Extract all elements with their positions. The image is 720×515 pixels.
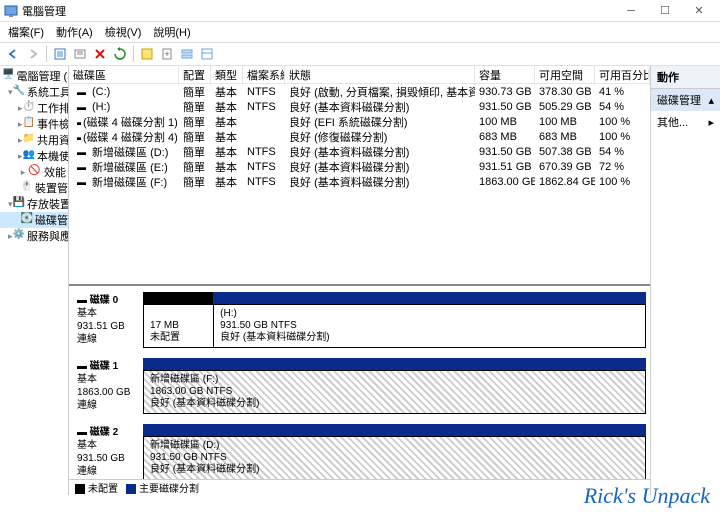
tree-shared[interactable]: ▸📁共用資 [0,132,68,148]
volume-row[interactable]: ▬ 新增磁碟區 (D:)簡單基本NTFS良好 (基本資料磁碟分割)931.50 … [69,144,650,159]
view-list-button[interactable] [178,45,196,63]
col-status[interactable]: 狀態 [285,65,475,85]
disk-label: ▬ 磁碟 2基本931.50 GB連線 [73,424,143,479]
col-layout[interactable]: 配置 [179,65,211,85]
volume-icon: ▬ [73,132,81,142]
close-button[interactable]: ✕ [682,1,716,21]
actions-other[interactable]: 其他...▸ [651,111,720,133]
nav-tree[interactable]: 🖥️電腦管理 (本 ▾🔧系統工具 ▸⏱️工作排 ▸📋事件檢 ▸📁共用資 ▸👥本機… [0,66,69,495]
volume-row[interactable]: ▬ (C:)簡單基本NTFS良好 (啟動, 分頁檔案, 損毀傾印, 基本資料磁碟… [69,84,650,99]
volume-icon: ▬ [73,177,90,187]
minimize-button[interactable]: ─ [614,1,648,21]
volume-icon: ▬ [73,117,81,127]
volume-icon: ▬ [73,87,90,97]
properties-button[interactable] [71,45,89,63]
partition[interactable]: 新增磁碟區 (D:)931.50 GB NTFS良好 (基本資料磁碟分割) [144,437,645,479]
disk-block[interactable]: ▬ 磁碟 2基本931.50 GB連線新增磁碟區 (D:)931.50 GB N… [73,424,646,479]
volume-list[interactable]: ▬ (C:)簡單基本NTFS良好 (啟動, 分頁檔案, 損毀傾印, 基本資料磁碟… [69,84,650,284]
volume-list-header[interactable]: 磁碟區 配置 類型 檔案系統 狀態 容量 可用空間 可用百分比 [69,66,650,84]
menu-view[interactable]: 檢視(V) [101,22,146,42]
up-button[interactable] [51,45,69,63]
partition[interactable]: 17 MB未配置 [144,305,214,347]
partition[interactable]: (H:)931.50 GB NTFS良好 (基本資料磁碟分割) [214,305,645,347]
col-type[interactable]: 類型 [211,65,243,85]
tree-services[interactable]: ▸⚙️服務與應 [0,228,68,244]
tree-devmgr[interactable]: 🖱️裝置管 [0,180,68,196]
volume-row[interactable]: ▬ (H:)簡單基本NTFS良好 (基本資料磁碟分割)931.50 GB505.… [69,99,650,114]
svg-text:+: + [164,49,169,59]
tree-root[interactable]: 🖥️電腦管理 (本 [0,68,68,84]
expand-icon: ▸ [708,116,714,129]
disk-graphic-pane[interactable]: ▬ 磁碟 0基本931.51 GB連線17 MB未配置(H:)931.50 GB… [69,284,650,479]
tree-scheduler[interactable]: ▸⏱️工作排 [0,100,68,116]
col-pct[interactable]: 可用百分比 [595,65,650,85]
toolbar-separator [133,46,134,62]
menu-help[interactable]: 說明(H) [149,22,194,42]
tree-diskmgmt[interactable]: 💽磁碟管 [0,212,68,228]
tree-storage[interactable]: ▾💾存放裝置 [0,196,68,212]
volume-row[interactable]: ▬ (磁碟 4 磁碟分割 4)簡單基本良好 (修復磁碟分割)683 MB683 … [69,129,650,144]
actions-diskmgmt[interactable]: 磁碟管理▴ [651,89,720,111]
volume-icon: ▬ [73,147,90,157]
legend-unalloc-swatch [75,484,85,494]
disk-block[interactable]: ▬ 磁碟 1基本1863.00 GB連線新增磁碟區 (F:)1863.00 GB… [73,358,646,414]
tree-perf[interactable]: ▸🚫效能 [0,164,68,180]
delete-button[interactable] [91,45,109,63]
legend-primary-swatch [126,484,136,494]
refresh-button[interactable] [111,45,129,63]
toolbar-separator [46,46,47,62]
menubar: 檔案(F) 動作(A) 檢視(V) 說明(H) [0,22,720,42]
actions-header: 動作 [651,66,720,89]
forward-button[interactable] [24,45,42,63]
legend-unalloc-label: 未配置 [88,484,118,495]
window-title: 電腦管理 [22,3,614,19]
tree-events[interactable]: ▸📋事件檢 [0,116,68,132]
maximize-button[interactable]: ☐ [648,1,682,21]
toolbar: + [0,42,720,66]
collapse-icon: ▴ [708,94,714,107]
legend-primary-label: 主要磁碟分割 [139,484,199,495]
menu-file[interactable]: 檔案(F) [4,22,48,42]
legend: 未配置 主要磁碟分割 [69,479,650,495]
volume-icon: ▬ [73,162,90,172]
help-button[interactable] [138,45,156,63]
center-pane: 磁碟區 配置 類型 檔案系統 狀態 容量 可用空間 可用百分比 ▬ (C:)簡單… [69,66,651,495]
col-name[interactable]: 磁碟區 [69,65,179,85]
volume-icon: ▬ [73,102,90,112]
watermark: Rick's Unpack [584,483,710,509]
disk-block[interactable]: ▬ 磁碟 0基本931.51 GB連線17 MB未配置(H:)931.50 GB… [73,292,646,348]
partition[interactable]: 新增磁碟區 (F:)1863.00 GB NTFS良好 (基本資料磁碟分割) [144,371,645,413]
titlebar: 電腦管理 ─ ☐ ✕ [0,0,720,22]
actions-pane: 動作 磁碟管理▴ 其他...▸ [651,66,720,495]
tree-systools[interactable]: ▾🔧系統工具 [0,84,68,100]
disk-label: ▬ 磁碟 0基本931.51 GB連線 [73,292,143,348]
col-cap[interactable]: 容量 [475,65,535,85]
volume-row[interactable]: ▬ (磁碟 4 磁碟分割 1)簡單基本良好 (EFI 系統磁碟分割)100 MB… [69,114,650,129]
new-button[interactable]: + [158,45,176,63]
back-button[interactable] [4,45,22,63]
app-icon [4,4,18,18]
col-fs[interactable]: 檔案系統 [243,65,285,85]
tree-local[interactable]: ▸👥本機使 [0,148,68,164]
col-free[interactable]: 可用空間 [535,65,595,85]
view-details-button[interactable] [198,45,216,63]
menu-action[interactable]: 動作(A) [52,22,97,42]
disk-label: ▬ 磁碟 1基本1863.00 GB連線 [73,358,143,414]
volume-row[interactable]: ▬ 新增磁碟區 (F:)簡單基本NTFS良好 (基本資料磁碟分割)1863.00… [69,174,650,189]
volume-row[interactable]: ▬ 新增磁碟區 (E:)簡單基本NTFS良好 (基本資料磁碟分割)931.51 … [69,159,650,174]
